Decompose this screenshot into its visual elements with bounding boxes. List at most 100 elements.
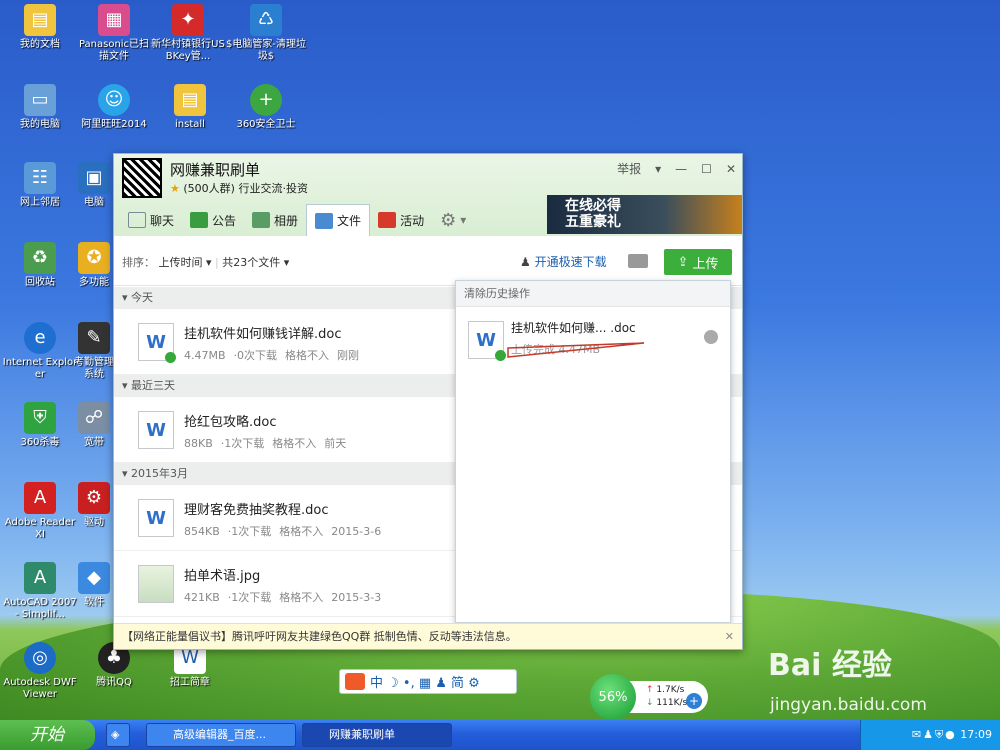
picture-icon	[252, 212, 271, 228]
file-count-dropdown[interactable]: 共23个文件 ▾	[222, 256, 289, 269]
file-toolbar: 排序： 上传时间 ▾ | 共23个文件 ▾ ♟ 开通极速下载 ⇪ 上传	[114, 236, 742, 286]
file-name[interactable]: 抢红包攻略.doc	[184, 411, 277, 430]
check-badge-icon	[495, 350, 506, 361]
desktop-icon[interactable]: ☺ 阿里旺旺2014	[74, 84, 154, 131]
desktop-icon[interactable]: ☷ 网上邻居	[0, 162, 80, 209]
desktop-icon[interactable]: ▭ 我的电脑	[0, 84, 80, 131]
desktop-icon[interactable]: ◆ 软件	[74, 562, 114, 609]
user-icon: ♟	[520, 255, 531, 269]
autocad-icon: A	[24, 562, 56, 594]
file-meta: 4.47MB ·0次下载 格格不入 刚刚	[184, 349, 360, 362]
sort-dropdown[interactable]: 上传时间 ▾	[159, 256, 212, 269]
search-icon[interactable]	[704, 330, 718, 344]
clock: 17:09	[960, 728, 992, 741]
desktop-icon[interactable]: A Adobe Reader XI	[0, 482, 80, 541]
sort-controls: 排序： 上传时间 ▾ | 共23个文件 ▾	[122, 256, 290, 269]
file-name[interactable]: 挂机软件如何赚钱详解.doc	[184, 323, 342, 342]
chevron-down-icon[interactable]: ▾	[655, 162, 661, 176]
desktop-icon[interactable]: ⚙ 驱动	[74, 482, 114, 529]
qr-code-icon[interactable]	[122, 158, 162, 198]
star-icon: ★	[170, 182, 180, 195]
watermark-logo: Bai 经验	[768, 648, 892, 683]
taskbar-button-editor[interactable]: 高级编辑器_百度...	[146, 723, 296, 747]
ad-line-2: 五重豪礼	[565, 214, 621, 230]
ime-toolbar[interactable]: 中 ☽ •, ▦ ♟ 简 ⚙	[339, 669, 517, 694]
memory-ball[interactable]: 56%	[590, 674, 636, 720]
tab-announcement[interactable]: 公告	[182, 204, 244, 236]
desktop-icon[interactable]: ✪ 多功能	[74, 242, 114, 289]
flag-icon	[190, 212, 209, 228]
sort-label: 排序：	[122, 256, 155, 269]
360-antivirus-icon: ⛨	[24, 402, 56, 434]
taskbar-button-qq-group[interactable]: 网赚兼职刷单	[302, 723, 452, 747]
desktop-icon[interactable]: ⛨ 360杀毒	[0, 402, 80, 449]
minimize-icon[interactable]: —	[675, 162, 687, 176]
red-flag-icon	[378, 212, 397, 228]
desktop-icon[interactable]: ▦ Panasonic已扫描文件	[74, 4, 154, 63]
gear-icon: ⚙	[440, 209, 457, 231]
recycle-bin-icon: ♻	[24, 242, 56, 274]
tab-activity[interactable]: 活动	[370, 204, 432, 236]
close-icon[interactable]: ✕	[726, 162, 736, 176]
ad-banner[interactable]: 在线必得 五重豪礼	[547, 195, 742, 234]
attendance-icon: ✎	[78, 322, 110, 354]
maximize-icon[interactable]: ☐	[701, 162, 712, 176]
file-name[interactable]: 拍单术语.jpg	[184, 565, 260, 584]
group-member-count: (500人群)	[183, 182, 235, 195]
scan-folder-icon: ▦	[98, 4, 130, 36]
folder-icon: ▤	[174, 84, 206, 116]
settings-menu[interactable]: ⚙ ▾	[432, 204, 474, 236]
word-file-icon: W	[138, 323, 176, 363]
taskbar: 开始 ◈ 高级编辑器_百度... 网赚兼职刷单 ✉♟⛨● 17:09	[0, 720, 1000, 750]
system-tray: ✉♟⛨● 17:09	[860, 720, 1000, 750]
tab-bar: 聊天 公告 相册 文件 活动 ⚙ ▾	[120, 204, 474, 236]
notice-text[interactable]: 【网络正能量倡议书】腾讯呼吁网友共建绿色QQ群 抵制色情、反动等违法信息。	[122, 630, 517, 643]
desktop-icon[interactable]: ◎ Autodesk DWF Viewer	[0, 642, 80, 701]
upload-button[interactable]: ⇪ 上传	[664, 249, 732, 275]
upload-speed: 1.7K/s	[656, 685, 685, 695]
file-meta: 88KB ·1次下载 格格不入 前天	[184, 437, 347, 450]
desktop-icon[interactable]: ♺ $电脑管家-清理垃圾$	[226, 4, 306, 63]
tab-files[interactable]: 文件	[306, 204, 371, 236]
desktop-icon[interactable]: ☍ 宽带	[74, 402, 114, 449]
desktop-icon[interactable]: ▤ install	[150, 84, 230, 131]
360-safe-icon: +	[250, 84, 282, 116]
clear-history-button[interactable]: 清除历史操作	[456, 281, 730, 307]
dwf-viewer-icon: ◎	[24, 642, 56, 674]
desktop-icon[interactable]: ▣ 电脑	[74, 162, 114, 209]
desktop-icon[interactable]: +360安全卫士	[226, 84, 306, 131]
tab-album[interactable]: 相册	[244, 204, 306, 236]
close-icon[interactable]: ✕	[725, 624, 734, 650]
aliwangwang-icon: ☺	[98, 84, 130, 116]
chevron-down-icon: ▾	[460, 213, 467, 227]
software-icon: ◆	[78, 562, 110, 594]
speed-download-link[interactable]: ♟ 开通极速下载	[520, 253, 607, 270]
multi-function-icon: ✪	[78, 242, 110, 274]
desktop-icon[interactable]: ♻ 回收站	[0, 242, 80, 289]
adobe-reader-icon: A	[24, 482, 56, 514]
upload-icon: ⇪	[677, 254, 693, 270]
broadband-icon: ☍	[78, 402, 110, 434]
word-file-icon: W	[138, 499, 174, 537]
desktop-icon[interactable]: ✎ 考勤管理系统	[74, 322, 114, 381]
desktop-icon[interactable]: A AutoCAD 2007 - Simplif...	[0, 562, 80, 621]
image-file-icon	[138, 565, 174, 603]
history-file-name[interactable]: 挂机软件如何赚... .doc	[511, 319, 636, 336]
word-file-icon: W	[468, 321, 506, 361]
tray-icons[interactable]: ✉♟⛨●	[912, 728, 957, 741]
storage-icon[interactable]	[628, 254, 648, 268]
file-name[interactable]: 理财客免费抽奖教程.doc	[184, 499, 329, 518]
desktop-icon[interactable]: ▤ 我的文档	[0, 4, 80, 51]
quick-launch-icon[interactable]: ◈	[106, 723, 130, 747]
watermark-url: jingyan.baidu.com	[770, 695, 927, 715]
network-monitor[interactable]: ↑ 1.7K/s ↓ 111K/s + 56%	[590, 674, 712, 720]
desktop-icon[interactable]: e Internet Explorer	[0, 322, 80, 381]
start-button[interactable]: 开始	[0, 720, 95, 750]
desktop-icon[interactable]: ✦ 新华村镇银行USBKey管...	[148, 4, 228, 63]
tab-chat[interactable]: 聊天	[120, 204, 182, 236]
cleaner-icon: ♺	[250, 4, 282, 36]
transfer-history-popup: 清除历史操作 W 挂机软件如何赚... .doc 上传完成 4.47MB	[455, 280, 731, 623]
report-button[interactable]: 举报	[617, 160, 641, 177]
ime-status[interactable]: 中 ☽ •, ▦ ♟ 简 ⚙	[370, 672, 480, 691]
plus-icon[interactable]: +	[686, 693, 702, 709]
